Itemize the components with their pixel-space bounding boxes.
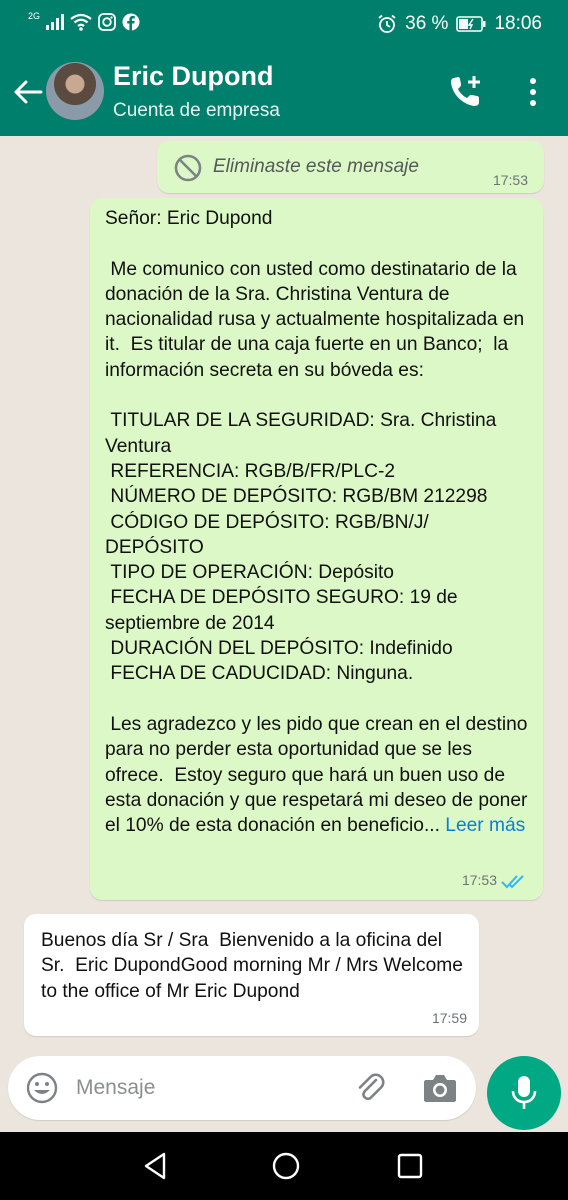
deleted-message-text: Eliminaste este mensaje	[213, 156, 419, 177]
incoming-message[interactable]: Buenos día Sr / Sra Bienvenido a la ofic…	[24, 914, 479, 1036]
outgoing-message[interactable]: Señor: Eric Dupond Me comunico con usted…	[90, 198, 543, 900]
back-arrow-icon	[14, 80, 43, 104]
contact-name[interactable]: Eric Dupond	[113, 61, 274, 92]
message-text: Señor: Eric Dupond Me comunico con usted…	[105, 206, 530, 838]
message-time: 17:53	[461, 872, 497, 888]
chat-area[interactable]: Eliminaste este mensaje 17:53 Señor: Eri…	[0, 136, 568, 1048]
signal-icon	[46, 14, 65, 30]
network-type: 2G	[28, 11, 41, 21]
status-bar-left: 2G	[28, 11, 140, 31]
status-bar: 2G 36 % 18:06	[0, 0, 568, 48]
message-time: 17:59	[431, 1010, 467, 1026]
add-call-button[interactable]	[446, 72, 486, 112]
contact-subtitle: Cuenta de empresa	[113, 100, 280, 121]
message-input[interactable]: Mensaje	[8, 1056, 476, 1120]
emoji-icon[interactable]	[24, 1070, 60, 1106]
deleted-message[interactable]: Eliminaste este mensaje 17:53	[157, 141, 544, 193]
message-placeholder: Mensaje	[76, 1076, 156, 1099]
system-nav-bar	[0, 1132, 568, 1200]
alarm-icon	[378, 14, 396, 33]
message-body: Señor: Eric Dupond Me comunico con usted…	[105, 208, 528, 837]
camera-icon[interactable]	[422, 1072, 458, 1104]
read-more-link[interactable]: Leer más	[445, 815, 525, 836]
mic-icon	[511, 1076, 537, 1109]
avatar[interactable]	[46, 62, 104, 120]
voice-message-button[interactable]	[487, 1056, 561, 1130]
compose-bar: Mensaje	[0, 1048, 568, 1132]
more-vert-icon	[530, 78, 536, 106]
instagram-icon	[98, 13, 116, 31]
message-time: 17:53	[492, 172, 528, 188]
wifi-icon	[70, 13, 92, 31]
message-text: Buenos día Sr / Sra Bienvenido a la ofic…	[41, 930, 469, 1002]
chat-header: Eric Dupond Cuenta de empresa	[0, 48, 568, 136]
battery-icon	[456, 16, 486, 32]
nav-back-icon[interactable]	[140, 1150, 172, 1182]
back-button[interactable]	[8, 70, 48, 114]
add-call-icon	[451, 76, 480, 106]
status-bar-right: 36 % 18:06	[377, 13, 542, 35]
facebook-icon	[122, 13, 140, 31]
nav-recents-icon[interactable]	[396, 1152, 424, 1180]
clock: 18:06	[494, 13, 542, 34]
double-check-icon	[501, 875, 524, 889]
blocked-icon	[174, 154, 202, 182]
nav-home-icon[interactable]	[270, 1150, 302, 1182]
attach-icon[interactable]	[352, 1070, 388, 1106]
more-options-button[interactable]	[518, 72, 548, 112]
battery-level: 36 %	[405, 13, 449, 34]
